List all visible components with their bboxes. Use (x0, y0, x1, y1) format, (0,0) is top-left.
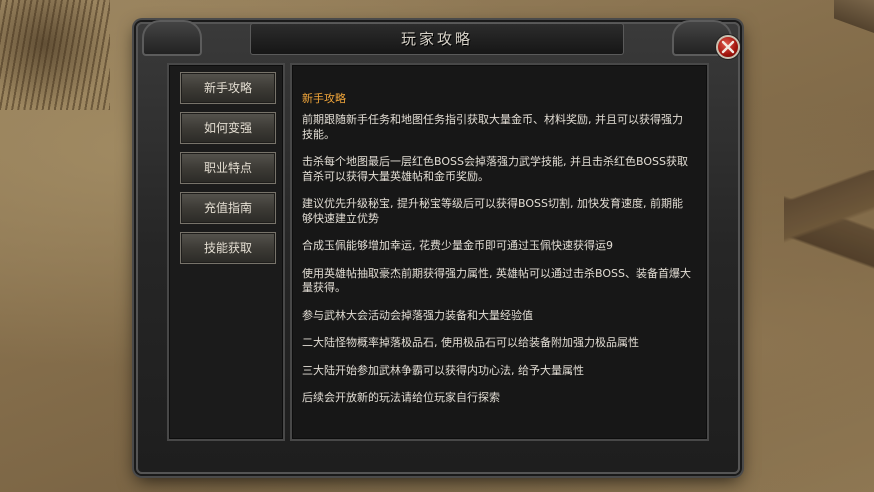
close-button[interactable] (716, 35, 740, 59)
nav-skill-acquisition-button[interactable]: 技能获取 (180, 232, 276, 264)
tip-paragraph: 二大陆怪物概率掉落极品石, 使用极品石可以给装备附加强力极品属性 (302, 336, 639, 349)
nav-newbie-guide-button[interactable]: 新手攻略 (180, 72, 276, 104)
tip-paragraph: 使用英雄帖抽取豪杰前期获得强力属性, 英雄帖可以通过击杀BOSS、装备首爆大量获… (302, 266, 691, 295)
tip-paragraph: 建议优先升级秘宝, 提升秘宝等级后可以获得BOSS切割, 加快发育速度, 前期能… (302, 197, 683, 225)
tip-paragraph: 参与武林大会活动会掉落强力装备和大量经验值 (302, 308, 533, 322)
guide-content-panel: 新手攻略 前期跟随新手任务和地图任务指引获取大量金币、材料奖励, 并且可以获得强… (290, 63, 709, 441)
nav-get-stronger-button[interactable]: 如何变强 (180, 112, 276, 144)
content-heading: 新手攻略 (302, 92, 346, 105)
background-grass (0, 0, 110, 110)
nav-class-features-button[interactable]: 职业特点 (180, 152, 276, 184)
window-title: 玩家攻略 (400, 30, 473, 48)
background-ruin-top (834, 0, 874, 40)
tip-paragraph: 前期跟随新手任务和地图任务指引获取大量金币、材料奖励, 并且可以获得强力技能。 (302, 113, 683, 141)
tip-paragraph: 击杀每个地图最后一层红色BOSS会掉落强力武学技能, 并且击杀红色BOSS获取首… (302, 155, 688, 183)
tip-paragraph: 合成玉佩能够增加幸运, 花费少量金币即可通过玉佩快速获得运9 (302, 239, 613, 252)
background-ruin (784, 170, 874, 290)
close-icon (721, 40, 735, 54)
title-bar: 玩家攻略 (250, 23, 624, 55)
guide-nav-panel: 新手攻略 如何变强 职业特点 充值指南 技能获取 (167, 63, 285, 441)
left-corner-ornament (142, 20, 202, 56)
tip-paragraph: 三大陆开始参加武林争霸可以获得内功心法, 给予大量属性 (302, 363, 584, 377)
nav-recharge-guide-button[interactable]: 充值指南 (180, 192, 276, 224)
tip-paragraph: 后续会开放新的玩法请给位玩家自行探索 (302, 391, 500, 404)
